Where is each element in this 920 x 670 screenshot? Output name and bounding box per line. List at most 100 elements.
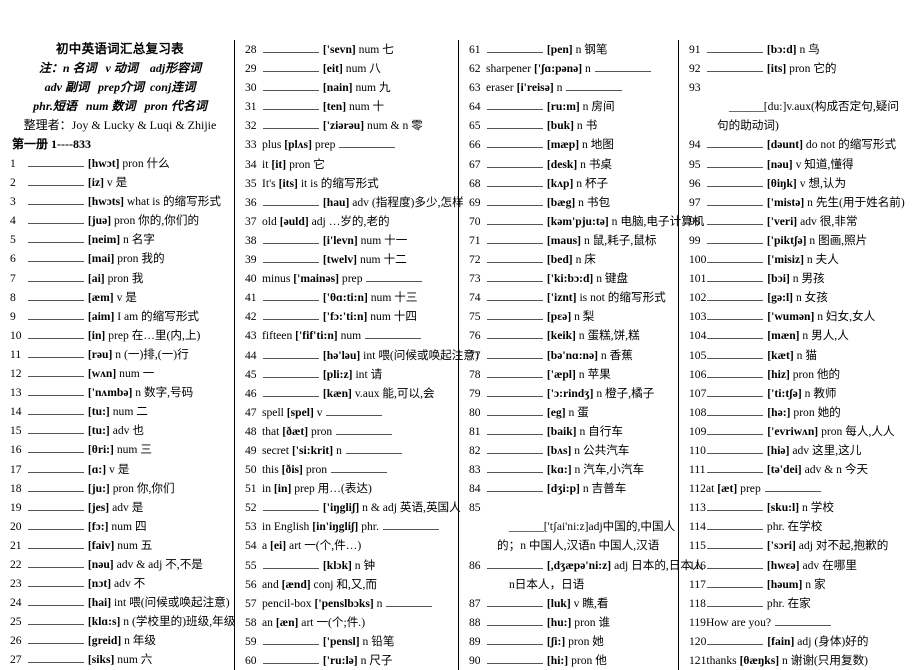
answer-blank[interactable]	[28, 499, 84, 511]
answer-blank[interactable]	[366, 270, 423, 283]
answer-blank[interactable]	[487, 480, 543, 493]
answer-blank[interactable]	[263, 79, 319, 92]
answer-blank[interactable]	[594, 60, 651, 73]
answer-blank[interactable]	[487, 175, 543, 187]
answer-blank[interactable]	[28, 422, 84, 435]
answer-blank[interactable]	[707, 461, 763, 474]
answer-blank[interactable]	[28, 193, 84, 206]
answer-blank[interactable]	[487, 232, 543, 244]
answer-blank[interactable]	[263, 251, 319, 264]
answer-blank[interactable]	[487, 156, 543, 168]
answer-blank[interactable]	[28, 384, 84, 397]
answer-blank[interactable]	[487, 41, 543, 53]
answer-blank[interactable]	[487, 117, 543, 130]
answer-blank[interactable]	[707, 442, 763, 454]
answer-blank[interactable]	[707, 423, 764, 435]
answer-blank[interactable]	[263, 633, 319, 645]
answer-blank[interactable]	[326, 404, 383, 416]
answer-blank[interactable]	[263, 385, 319, 397]
answer-blank[interactable]	[28, 480, 84, 492]
answer-blank[interactable]	[707, 60, 763, 73]
answer-blank[interactable]	[339, 136, 396, 149]
answer-blank[interactable]	[28, 461, 84, 473]
answer-blank[interactable]	[487, 347, 543, 359]
answer-blank[interactable]	[487, 557, 543, 569]
answer-blank[interactable]	[28, 231, 84, 244]
answer-blank[interactable]	[707, 41, 763, 53]
answer-blank[interactable]	[365, 327, 422, 340]
answer-blank[interactable]	[487, 289, 543, 302]
answer-blank[interactable]	[28, 327, 84, 339]
answer-blank[interactable]	[28, 613, 84, 626]
answer-blank[interactable]	[487, 136, 543, 149]
answer-blank[interactable]	[707, 136, 763, 149]
answer-blank[interactable]	[487, 461, 543, 474]
answer-blank[interactable]	[28, 308, 84, 320]
answer-blank[interactable]	[263, 194, 319, 206]
answer-blank[interactable]	[707, 404, 764, 416]
answer-blank[interactable]	[28, 518, 84, 530]
answer-blank[interactable]	[707, 595, 763, 607]
answer-blank[interactable]	[386, 595, 433, 607]
answer-blank[interactable]	[707, 270, 764, 283]
answer-blank[interactable]	[707, 251, 764, 264]
answer-blank[interactable]	[487, 442, 543, 454]
answer-blank[interactable]	[263, 289, 319, 302]
answer-blank[interactable]	[28, 556, 84, 568]
answer-blank[interactable]	[28, 651, 84, 664]
answer-blank[interactable]	[707, 385, 764, 397]
answer-blank[interactable]	[28, 174, 84, 187]
answer-blank[interactable]	[707, 327, 764, 340]
answer-blank[interactable]	[263, 652, 319, 664]
answer-blank[interactable]	[487, 385, 543, 397]
answer-blank[interactable]	[487, 270, 543, 283]
answer-blank[interactable]	[28, 250, 84, 263]
answer-blank[interactable]	[28, 212, 84, 225]
answer-blank[interactable]	[28, 594, 84, 607]
answer-blank[interactable]	[263, 117, 319, 130]
answer-blank[interactable]	[263, 347, 319, 359]
answer-blank[interactable]	[707, 366, 764, 378]
answer-blank[interactable]	[707, 175, 763, 187]
answer-blank[interactable]	[707, 308, 764, 321]
answer-blank[interactable]	[566, 79, 623, 92]
answer-blank[interactable]	[331, 461, 387, 474]
answer-blank[interactable]	[28, 346, 84, 358]
answer-blank[interactable]	[28, 537, 84, 549]
answer-blank[interactable]	[707, 194, 763, 206]
answer-blank[interactable]	[707, 289, 764, 302]
answer-blank[interactable]	[263, 98, 319, 111]
answer-blank[interactable]	[487, 213, 543, 225]
answer-blank[interactable]	[28, 441, 84, 454]
answer-blank[interactable]	[263, 499, 319, 512]
answer-blank[interactable]	[707, 499, 763, 512]
answer-blank[interactable]	[487, 366, 543, 378]
answer-blank[interactable]	[487, 308, 543, 321]
answer-blank[interactable]	[382, 518, 439, 531]
answer-blank[interactable]	[707, 576, 763, 588]
answer-blank[interactable]	[28, 365, 84, 378]
answer-blank[interactable]	[263, 60, 319, 73]
answer-blank[interactable]	[487, 98, 543, 111]
answer-blank[interactable]	[487, 423, 543, 435]
answer-blank[interactable]	[487, 595, 543, 607]
answer-blank[interactable]	[336, 423, 393, 435]
answer-blank[interactable]	[487, 194, 543, 206]
answer-blank[interactable]	[28, 270, 84, 282]
answer-blank[interactable]	[487, 633, 543, 645]
answer-blank[interactable]	[707, 633, 764, 645]
answer-blank[interactable]	[28, 289, 84, 301]
answer-blank[interactable]	[263, 232, 319, 244]
answer-blank[interactable]	[707, 347, 764, 359]
answer-blank[interactable]	[487, 251, 543, 264]
answer-blank[interactable]	[28, 575, 84, 588]
answer-blank[interactable]	[263, 366, 319, 378]
answer-blank[interactable]	[28, 403, 84, 416]
answer-blank[interactable]	[487, 404, 543, 416]
answer-blank[interactable]	[707, 557, 763, 569]
answer-blank[interactable]	[487, 614, 543, 626]
answer-blank[interactable]	[28, 155, 84, 167]
answer-blank[interactable]	[487, 652, 543, 664]
answer-blank[interactable]	[707, 213, 763, 225]
answer-blank[interactable]	[764, 480, 821, 493]
